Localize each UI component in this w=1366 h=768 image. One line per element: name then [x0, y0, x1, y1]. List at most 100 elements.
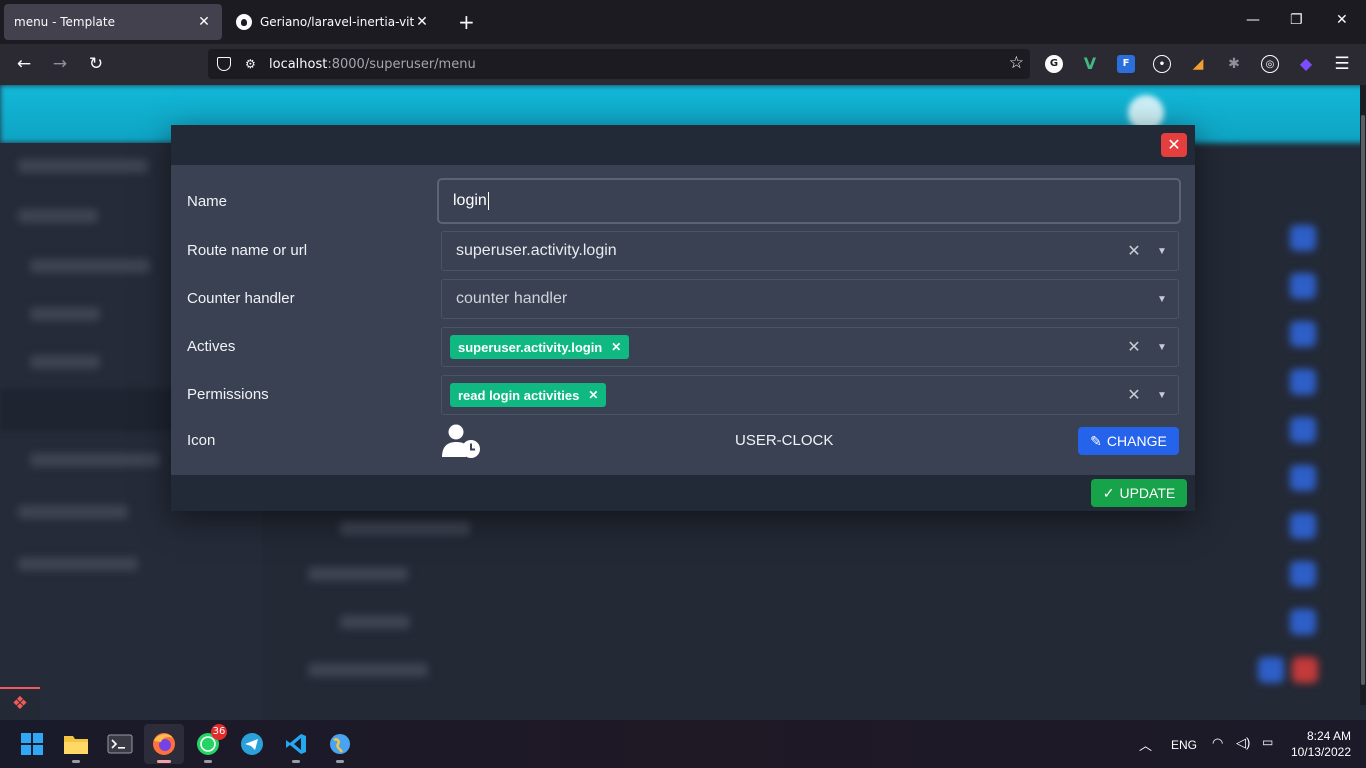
restore-icon[interactable]: ❐ [1290, 12, 1303, 28]
taskbar-telegram[interactable] [232, 724, 272, 764]
tab-menu-template[interactable]: menu - Template ✕ [4, 4, 222, 40]
clock-time: 8:24 AM [1306, 729, 1351, 743]
volume-icon[interactable]: ◁) [1236, 735, 1250, 751]
icon-label: Icon [187, 432, 216, 449]
address-bar[interactable]: ⚙ localhost:8000/superuser/menu ☆ [208, 49, 1030, 148]
counter-placeholder: counter handler [456, 290, 568, 307]
window-close-icon[interactable]: ✕ [1336, 12, 1348, 28]
tab-github-repo[interactable]: Geriano/laravel-inertia-vite-tem ✕ [226, 4, 440, 40]
name-input[interactable]: login [437, 178, 1181, 224]
language-indicator[interactable]: ENG [1171, 738, 1197, 752]
chevron-down-icon[interactable]: ▼ [1146, 342, 1178, 353]
globe-icon[interactable]: ◎ [1261, 55, 1279, 73]
sidebar-item [30, 259, 150, 273]
row-action-button [1290, 561, 1316, 587]
page-scrollbar[interactable] [1360, 85, 1366, 705]
remove-tag-icon[interactable]: ✕ [588, 388, 598, 402]
browser-tabstrip: menu - Template ✕ Geriano/laravel-inerti… [0, 0, 1366, 44]
start-button[interactable] [12, 724, 52, 764]
github-icon [236, 14, 252, 30]
tab-close-icon[interactable]: ✕ [414, 14, 430, 30]
chevron-down-icon[interactable]: ▼ [1146, 294, 1178, 305]
cookie-icon[interactable]: • [1153, 55, 1171, 73]
taskbar-terminal[interactable] [100, 724, 140, 764]
clear-icon[interactable]: ✕ [1122, 241, 1146, 261]
clear-icon[interactable]: ✕ [1122, 385, 1146, 405]
sidebar-item [18, 209, 98, 223]
row-delete-button [1292, 657, 1318, 683]
permissions-multiselect[interactable]: read login activities ✕ ✕ ▼ [441, 375, 1179, 415]
row-action-button [1290, 225, 1316, 251]
row-action-button [1290, 609, 1316, 635]
row-action-button [1290, 321, 1316, 347]
battery-icon[interactable]: ▭ [1262, 735, 1273, 749]
sidebar-item [18, 505, 128, 519]
edit-icon: ✎ [1090, 432, 1102, 449]
taskbar-vscode[interactable] [276, 724, 316, 764]
minimize-icon[interactable]: — [1246, 12, 1260, 28]
chevron-down-icon[interactable]: ▼ [1146, 246, 1178, 257]
vscode-icon [286, 734, 306, 754]
table-row [308, 567, 408, 581]
folder-icon [64, 736, 88, 754]
table-row [340, 615, 410, 629]
sidebar-item [18, 159, 148, 173]
taskbar-file-explorer[interactable] [56, 724, 96, 764]
bug-icon[interactable]: ✱ [1225, 55, 1243, 73]
sidebar-item [30, 355, 100, 369]
update-button[interactable]: ✓ UPDATE [1091, 479, 1187, 507]
vue-devtools-icon[interactable]: V [1081, 55, 1099, 73]
taskbar-whatsapp[interactable]: 36 [188, 724, 228, 764]
extension-diamond-icon[interactable]: ◆ [1297, 55, 1315, 73]
clear-icon[interactable]: ✕ [1122, 337, 1146, 357]
system-clock[interactable]: 8:24 AM 10/13/2022 [1291, 728, 1351, 760]
chevron-down-icon[interactable]: ▼ [1146, 390, 1178, 401]
wifi-icon[interactable]: ◠ [1212, 735, 1223, 751]
modal-header: ✕ [171, 125, 1195, 165]
sidebar-item [30, 453, 160, 467]
windows-taskbar: 36 ︿ ENG ◠ ◁) ▭ 8:24 AM 10/13/2022 [0, 720, 1366, 768]
route-label: Route name or url [187, 242, 308, 259]
url-text: localhost:8000/superuser/menu [269, 56, 476, 72]
tab-close-icon[interactable]: ✕ [196, 14, 212, 30]
change-icon-button[interactable]: ✎ CHANGE [1078, 427, 1179, 455]
row-action-button [1290, 513, 1316, 539]
forward-icon[interactable]: → [48, 52, 72, 76]
shield-icon[interactable] [217, 57, 231, 71]
sidebar-item [30, 307, 100, 321]
row-action-button [1290, 417, 1316, 443]
reload-icon[interactable]: ↻ [84, 52, 108, 76]
modal-close-button[interactable]: ✕ [1161, 133, 1187, 157]
taskbar-firefox[interactable] [144, 724, 184, 764]
bookmark-star-icon[interactable]: ☆ [1009, 53, 1024, 73]
name-label: Name [187, 193, 228, 210]
edit-menu-modal: ✕ Name login Route name or url superuser… [171, 125, 1195, 511]
tray-chevron-up-icon[interactable]: ︿ [1139, 735, 1152, 754]
counter-handler-select[interactable]: counter handler ▼ [441, 279, 1179, 319]
telegram-icon [241, 733, 263, 755]
menu-hamburger-icon[interactable]: ☰ [1330, 52, 1354, 76]
back-icon[interactable]: ← [12, 52, 36, 76]
actives-tag: superuser.activity.login ✕ [450, 335, 630, 359]
globe-app-icon [330, 734, 350, 754]
taskbar-app-globe[interactable] [320, 724, 360, 764]
route-select[interactable]: superuser.activity.login ✕ ▼ [441, 231, 1179, 271]
actives-multiselect[interactable]: superuser.activity.login ✕ ✕ ▼ [441, 327, 1179, 367]
close-icon: ✕ [1167, 135, 1181, 154]
extension-f-icon[interactable]: F [1117, 55, 1135, 73]
terminal-icon [107, 734, 133, 754]
modal-footer: ✓ UPDATE [171, 475, 1195, 511]
remove-tag-icon[interactable]: ✕ [611, 340, 621, 354]
extension-bird-icon[interactable]: ◢ [1189, 55, 1207, 73]
tab-title: Geriano/laravel-inertia-vite-tem [260, 15, 414, 29]
grammarly-extension-icon[interactable]: G [1045, 55, 1063, 73]
name-value: login [453, 192, 487, 210]
laravel-debugbar-icon[interactable]: ❖ [0, 687, 40, 720]
clock-date: 10/13/2022 [1290, 745, 1351, 759]
permissions-icon[interactable]: ⚙ [245, 57, 259, 71]
table-row [308, 663, 428, 677]
permissions-tag: read login activities ✕ [450, 383, 607, 407]
actives-label: Actives [187, 338, 236, 355]
user-clock-icon [441, 423, 483, 459]
new-tab-icon[interactable]: + [458, 10, 475, 34]
